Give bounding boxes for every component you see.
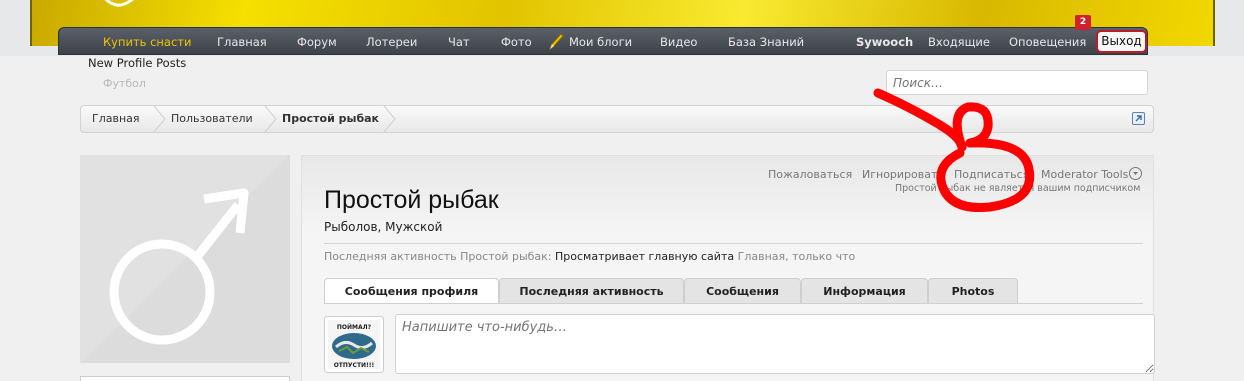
moderator-tools-link[interactable]: Moderator Tools <box>1041 168 1128 181</box>
profile-avatar[interactable] <box>80 155 290 363</box>
alerts-count-badge: 2 <box>1075 15 1091 30</box>
profile-user-title: Рыболов, Мужской <box>324 220 443 234</box>
nav-lotteries[interactable]: Лотереи <box>366 35 417 49</box>
nav-forum[interactable]: Форум <box>297 35 337 49</box>
tab-profile-posts[interactable]: Сообщения профиля <box>324 278 499 304</box>
last-activity-action: Просматривает главную сайта <box>555 250 735 263</box>
tab-postings[interactable]: Сообщения <box>684 278 801 303</box>
breadcrumb-separator-icon <box>383 106 396 132</box>
breadcrumb: Главная Пользователи Простой рыбак <box>80 105 1154 133</box>
nav-home[interactable]: Главная <box>217 35 267 49</box>
site-logo-icon[interactable] <box>96 0 140 16</box>
report-link[interactable]: Пожаловаться <box>768 168 852 181</box>
tab-photos[interactable]: Photos <box>928 278 1018 303</box>
nav-inbox[interactable]: Входящие <box>928 35 990 49</box>
nav-my-blogs[interactable]: Мои блоги <box>569 35 632 49</box>
nav-username[interactable]: Sywooch <box>856 35 913 49</box>
last-activity-prefix: Последняя активность Простой рыбак: <box>324 250 552 263</box>
logout-button[interactable]: Выход <box>1096 30 1147 53</box>
last-activity: Последняя активность Простой рыбак: Прос… <box>324 250 855 263</box>
new-profile-posts-link[interactable]: New Profile Posts <box>88 56 186 70</box>
ignore-link[interactable]: Игнорировать <box>862 168 944 181</box>
male-symbol-icon <box>109 188 249 345</box>
nav-chat[interactable]: Чат <box>448 35 470 49</box>
avatar-sub-box <box>80 376 290 381</box>
divider <box>324 243 1143 244</box>
nav-alerts[interactable]: Оповещения <box>1009 35 1086 49</box>
nav-buy-tackle[interactable]: Купить снасти <box>103 35 191 49</box>
nav-photo[interactable]: Фото <box>501 35 532 49</box>
nav-knowledge-base[interactable]: База Знаний <box>728 35 804 49</box>
tab-information[interactable]: Информация <box>801 278 928 303</box>
search-input[interactable] <box>886 70 1148 95</box>
popout-icon[interactable] <box>1132 112 1145 125</box>
nav-video[interactable]: Видео <box>660 35 697 49</box>
breadcrumb-current[interactable]: Простой рыбак <box>271 106 379 132</box>
profile-username: Простой рыбак <box>324 186 499 214</box>
avatar-caption-bottom: ОТПУСТИ!!! <box>334 362 375 369</box>
subscribe-link[interactable]: Подписаться <box>954 168 1029 181</box>
tab-recent-activity[interactable]: Последняя активность <box>499 278 684 303</box>
tabs-divider <box>324 303 1143 304</box>
breadcrumb-users[interactable]: Пользователи <box>160 106 253 132</box>
last-activity-location[interactable]: Главная <box>738 250 786 263</box>
current-user-avatar[interactable]: ПОЙМАЛ? ОТПУСТИ!!! <box>324 316 384 373</box>
pencil-icon <box>548 33 564 51</box>
profile-panel: Пожаловаться Игнорировать Подписаться Mo… <box>301 155 1155 381</box>
breadcrumb-home[interactable]: Главная <box>81 106 140 132</box>
profile-post-input[interactable] <box>395 314 1155 374</box>
chevron-down-icon[interactable] <box>1129 167 1142 180</box>
last-activity-time: , только что <box>785 250 856 263</box>
subnav-faded-link[interactable]: Футбол <box>103 77 146 90</box>
main-nav: Купить снасти Главная Форум Лотереи Чат … <box>58 27 1148 55</box>
subscription-status: Простой рыбак не является вашим подписчи… <box>895 183 1141 194</box>
avatar-caption-top: ПОЙМАЛ? <box>337 323 372 331</box>
